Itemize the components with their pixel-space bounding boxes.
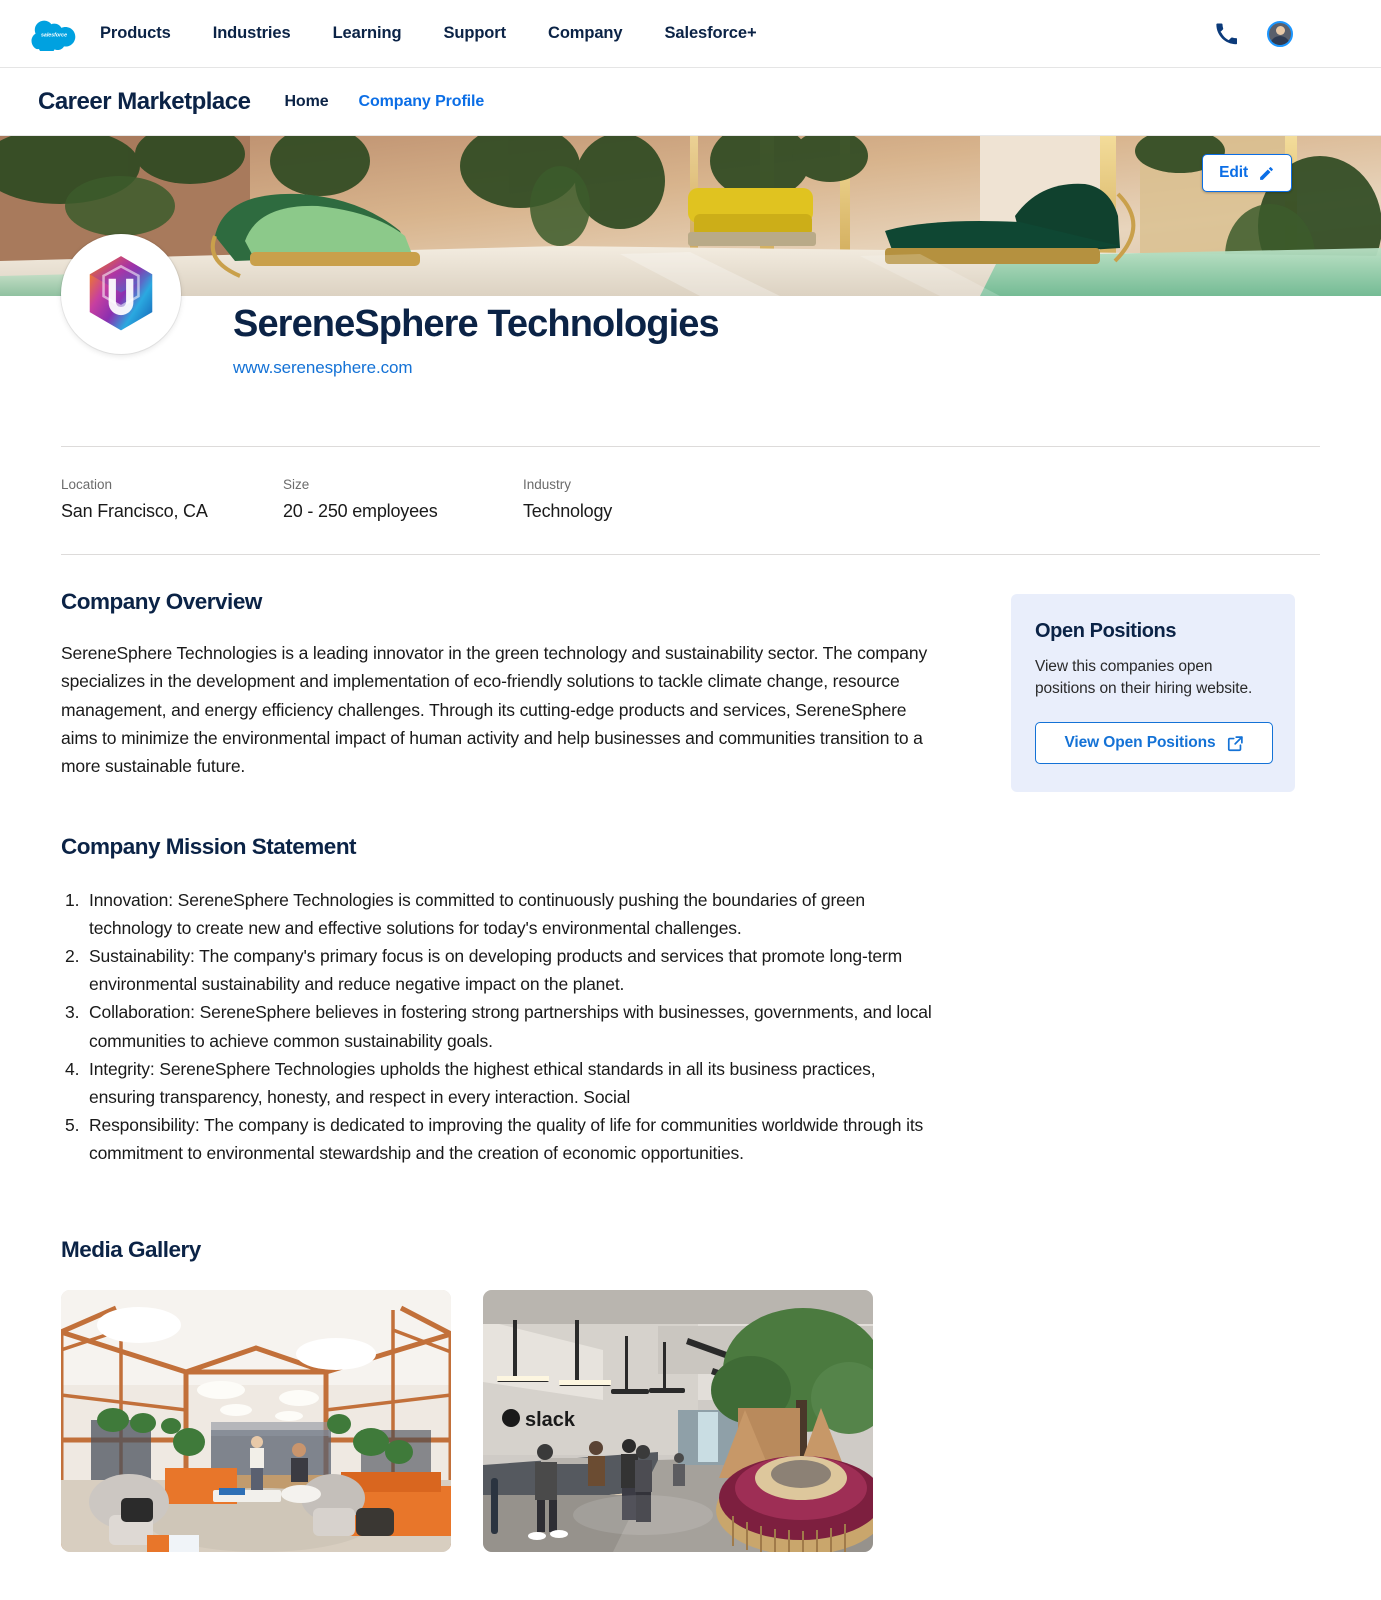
open-positions-title: Open Positions [1035, 620, 1177, 642]
nav-item-company[interactable]: Company [527, 24, 643, 43]
meta-size: Size 20 - 250 employees [283, 477, 523, 522]
company-meta-row: Location San Francisco, CA Size 20 - 250… [61, 447, 1320, 554]
list-item: Innovation: SereneSphere Technologies is… [65, 886, 865, 938]
external-link-icon [1227, 736, 1243, 751]
list-item: Collaboration: SereneSphere believes in … [65, 998, 932, 1051]
nav-item-industries[interactable]: Industries [192, 24, 312, 43]
meta-location-label: Location [61, 477, 113, 492]
view-open-positions-label: View Open Positions [1064, 734, 1216, 752]
career-marketplace-subnav: Career Marketplace Home Company Profile [0, 68, 1381, 136]
edit-banner-button[interactable]: Edit [1202, 154, 1292, 192]
svg-text:slack: slack [525, 1409, 576, 1431]
mission-title: Company Mission Statement [61, 833, 357, 859]
content-container: SereneSphere Technologies www.serenesphe… [0, 234, 1381, 1553]
mission-section: Company Mission Statement Innovation: Se… [61, 834, 951, 1168]
salesforce-global-nav: salesforce Products Industries Learning … [0, 0, 1381, 68]
nav-item-products[interactable]: Products [100, 24, 192, 43]
company-banner: Edit [0, 136, 1381, 296]
meta-industry-value: Technology [523, 501, 613, 521]
banner-image [0, 136, 1381, 296]
media-gallery: slack [61, 1290, 951, 1553]
nav-item-learning[interactable]: Learning [312, 24, 423, 43]
mission-list: Innovation: SereneSphere Technologies is… [61, 886, 951, 1168]
open-positions-card: Open Positions View this companies open … [1011, 594, 1295, 793]
slack-lobby-image: slack [483, 1290, 873, 1553]
subnav-item-home[interactable]: Home [284, 93, 328, 111]
media-gallery-title: Media Gallery [61, 1237, 201, 1263]
phone-icon[interactable] [1215, 22, 1237, 45]
salesforce-nav-links: Products Industries Learning Support Com… [100, 24, 778, 43]
gallery-image-1[interactable] [61, 1290, 451, 1553]
meta-size-label: Size [283, 477, 310, 492]
nav-actions [1215, 20, 1353, 47]
subnav-item-company-profile[interactable]: Company Profile [359, 93, 485, 111]
main-column: Company Overview SereneSphere Technologi… [61, 589, 951, 1553]
overview-title: Company Overview [61, 589, 262, 614]
pencil-icon [1260, 166, 1273, 180]
meta-size-value: 20 - 250 employees [283, 501, 438, 521]
nav-item-support[interactable]: Support [422, 24, 527, 43]
page-title: SereneSphere Technologies [233, 303, 720, 345]
body-grid: Company Overview SereneSphere Technologi… [61, 555, 1320, 1553]
overview-text: SereneSphere Technologies is a leading i… [61, 643, 928, 777]
view-open-positions-button[interactable]: View Open Positions [1035, 722, 1273, 765]
meta-location-value: San Francisco, CA [61, 501, 208, 521]
avatar[interactable] [1267, 20, 1293, 47]
edit-button-label: Edit [1219, 164, 1248, 181]
company-logo-badge [61, 234, 181, 354]
media-gallery-section: Media Gallery slack [61, 1237, 951, 1553]
meta-industry: Industry Technology [523, 477, 612, 522]
gallery-image-2[interactable]: slack [483, 1290, 873, 1553]
sidebar-column: Open Positions View this companies open … [951, 589, 1320, 1552]
list-item: Responsibility: The company is dedicated… [65, 1111, 924, 1164]
salesforce-cloud-logo[interactable]: salesforce [30, 17, 78, 51]
nav-item-salesforce-plus[interactable]: Salesforce+ [643, 24, 777, 43]
list-item: Sustainability: The company's primary fo… [65, 942, 903, 995]
meta-location: Location San Francisco, CA [61, 477, 283, 522]
svg-text:salesforce: salesforce [41, 32, 67, 38]
office-lounge-image [61, 1290, 451, 1553]
serenesphere-hexagon-logo [89, 256, 153, 331]
company-website-link[interactable]: www.serenesphere.com [233, 358, 413, 378]
meta-industry-label: Industry [523, 477, 572, 492]
company-header: SereneSphere Technologies www.serenesphe… [61, 234, 1320, 400]
open-positions-description: View this companies open positions on th… [1035, 658, 1253, 698]
overview-section: Company Overview SereneSphere Technologi… [61, 589, 951, 781]
app-title: Career Marketplace [38, 87, 251, 115]
company-profile-page: SereneSphere Technologies www.serenesphe… [0, 234, 1381, 1592]
list-item: Integrity: SereneSphere Technologies uph… [65, 1055, 876, 1107]
